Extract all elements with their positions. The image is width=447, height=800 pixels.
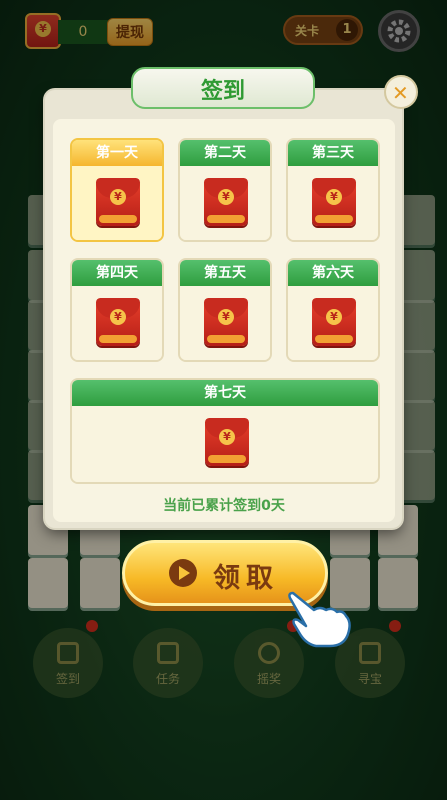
envelope-seal: ¥ xyxy=(219,429,235,445)
dialog-title-ribbon: 签到 xyxy=(131,67,315,109)
red-envelope-icon: ¥ xyxy=(312,298,356,346)
play-icon xyxy=(169,559,197,587)
day-card-1[interactable]: 第一天 ¥ xyxy=(70,138,164,242)
envelope-seal: ¥ xyxy=(110,309,126,325)
day-label: 第四天 xyxy=(72,260,162,286)
day-card-2[interactable]: 第二天 ¥ xyxy=(178,138,272,242)
red-envelope-icon: ¥ xyxy=(204,298,248,346)
pointing-hand-icon xyxy=(288,591,351,648)
red-envelope-icon: ¥ xyxy=(96,298,140,346)
red-envelope-icon: ¥ xyxy=(96,178,140,226)
claim-label: 领取 xyxy=(213,563,279,594)
close-button[interactable]: ✕ xyxy=(384,75,418,109)
day-label: 第七天 xyxy=(72,380,378,406)
day-card-5[interactable]: 第五天 ¥ xyxy=(178,258,272,362)
dialog-title: 签到 xyxy=(200,79,245,104)
envelope-seal: ¥ xyxy=(218,309,234,325)
day-card-3[interactable]: 第三天 ¥ xyxy=(286,138,380,242)
day-label: 第二天 xyxy=(180,140,270,166)
day-label: 第三天 xyxy=(288,140,378,166)
envelope-seal: ¥ xyxy=(110,189,126,205)
checkin-summary: 当前已累计签到0天 xyxy=(163,498,285,514)
red-envelope-icon: ¥ xyxy=(312,178,356,226)
day-card-4[interactable]: 第四天 ¥ xyxy=(70,258,164,362)
day-label: 第一天 xyxy=(72,140,162,166)
envelope-seal: ¥ xyxy=(218,189,234,205)
envelope-seal: ¥ xyxy=(326,309,342,325)
day-card-7[interactable]: 第七天 ¥ xyxy=(70,378,380,484)
day-label: 第六天 xyxy=(288,260,378,286)
day-label: 第五天 xyxy=(180,260,270,286)
close-icon: ✕ xyxy=(392,81,409,105)
red-envelope-icon: ¥ xyxy=(205,418,249,466)
red-envelope-icon: ¥ xyxy=(204,178,248,226)
day-card-6[interactable]: 第六天 ¥ xyxy=(286,258,380,362)
envelope-seal: ¥ xyxy=(326,189,342,205)
